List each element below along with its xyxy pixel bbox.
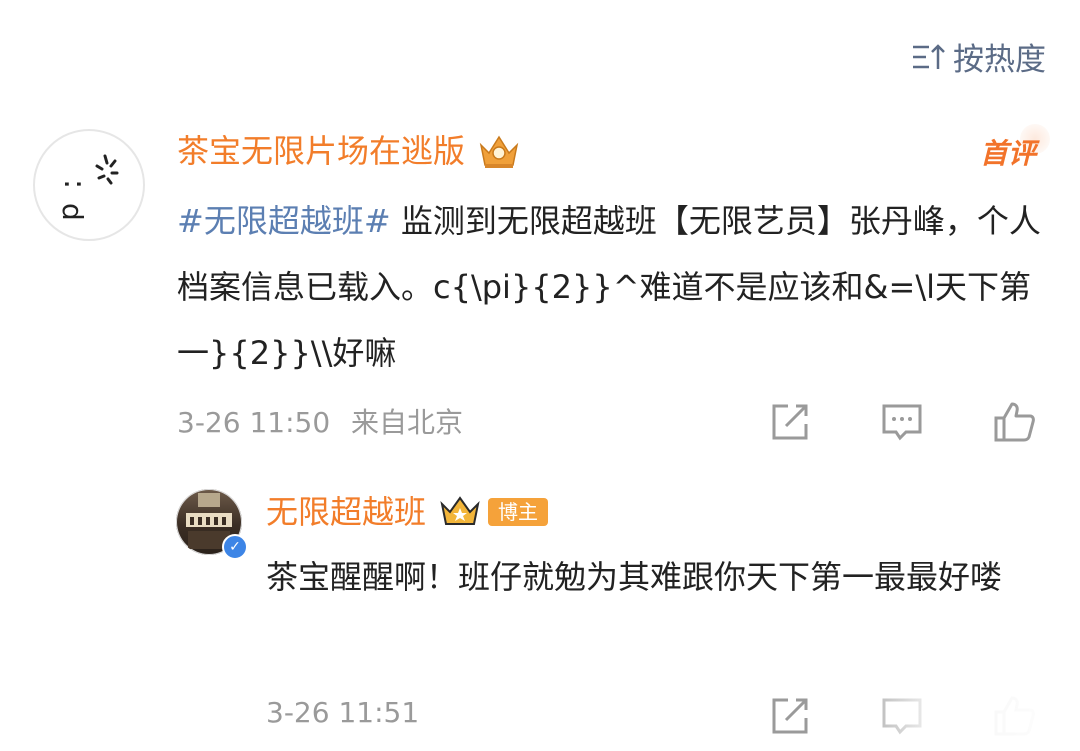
crown-icon: [440, 496, 480, 525]
sort-icon: [913, 43, 945, 69]
reply-time: 3-26 11:51: [266, 696, 420, 729]
avatar[interactable]: : d: [33, 129, 145, 241]
share-icon: [772, 698, 808, 734]
crown-icon: [479, 135, 519, 168]
share-button[interactable]: [766, 398, 814, 446]
reply-text: 茶宝醒醒啊！班仔就勉为其难跟你天下第一最最好喽: [266, 558, 1003, 596]
svg-text:d: d: [56, 203, 89, 221]
comment-page: 按热度 : d 茶宝无限片场在逃版 首评 #无限超越班# 监测到无限超越班【无限…: [0, 0, 1080, 751]
sort-by-heat-button[interactable]: 按热度: [911, 34, 1046, 79]
verified-icon: ✓: [222, 534, 248, 560]
comment-meta: 3-26 11:50 来自北京: [177, 401, 463, 441]
commenter-name-text: 茶宝无限片场在逃版: [177, 132, 466, 170]
avatar-face-icon: : d: [56, 154, 119, 221]
like-button[interactable]: [990, 398, 1038, 446]
comment-location: 来自北京: [351, 406, 464, 439]
svg-text::: :: [57, 179, 92, 189]
bottom-fade-overlay: [840, 686, 1080, 751]
reply-author-name: 无限超越班: [266, 493, 427, 531]
comment-icon: [882, 404, 922, 441]
like-icon: [994, 402, 1035, 442]
comment-actions: [766, 398, 1038, 446]
commenter-name[interactable]: 茶宝无限片场在逃版: [177, 128, 521, 174]
sort-label: 按热度: [953, 42, 1046, 78]
comment-button[interactable]: [878, 398, 926, 446]
comment-text: #无限超越班# 监测到无限超越班【无限艺员】张丹峰，个人档案信息已载入。c{\p…: [177, 188, 1043, 386]
reply-author[interactable]: 无限超越班 博主: [266, 488, 549, 536]
first-comment-badge: 首评: [980, 124, 1051, 174]
comment-time: 3-26 11:50: [177, 406, 331, 439]
topic-link[interactable]: #无限超越班#: [177, 202, 391, 240]
reply-share-button[interactable]: [766, 692, 814, 744]
blogger-tag: 博主: [488, 498, 549, 526]
share-icon: [772, 404, 808, 440]
